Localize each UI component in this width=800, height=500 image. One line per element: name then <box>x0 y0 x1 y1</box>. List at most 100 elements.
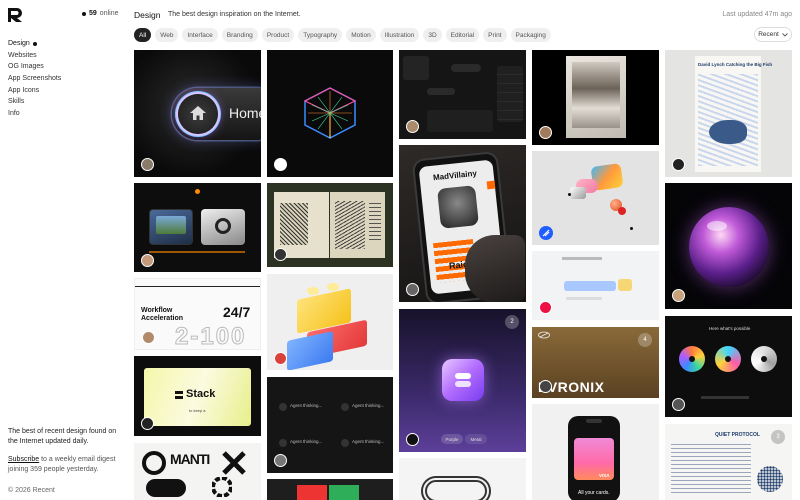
text-lines <box>369 203 381 243</box>
ui-card-left <box>403 56 429 80</box>
agent-label: Agent thinking... <box>290 403 323 408</box>
tile-chrome-knot[interactable] <box>399 458 526 500</box>
last-updated: Last updated 47m ago <box>722 11 792 18</box>
stack-logo-icon <box>175 391 183 399</box>
tile-vinyl-discs[interactable]: Here what's possible <box>665 316 792 417</box>
sort-dropdown[interactable]: Recent <box>754 27 792 42</box>
manti-title: MANTI <box>170 451 210 467</box>
sphere-highlight <box>707 221 727 231</box>
sort-label: Recent <box>758 31 779 38</box>
nav-item-design[interactable]: Design <box>8 38 61 50</box>
filter-illustration[interactable]: Illustration <box>379 28 420 42</box>
page-tagline: The best design inspiration on the Inter… <box>168 11 301 18</box>
nav-item-og-images[interactable]: OG Images <box>8 61 61 73</box>
ui-pill-top <box>451 64 481 72</box>
avatar <box>274 248 287 261</box>
poster-red <box>297 485 327 500</box>
tile-agent-thinking[interactable]: Agent thinking... Agent thinking... Agen… <box>267 377 393 473</box>
tile-home-button[interactable]: Home <box>134 50 261 177</box>
ui-header-line <box>562 257 602 260</box>
filter-3d[interactable]: 3D <box>423 28 442 42</box>
nav-label: OG Images <box>8 63 44 71</box>
filter-branding[interactable]: Branding <box>221 28 258 42</box>
agent-avatar-dot <box>341 403 349 411</box>
agent-card-3: Agent thinking... <box>279 437 329 451</box>
ui-subline <box>566 297 602 300</box>
tile-glass-sphere[interactable] <box>665 183 792 309</box>
online-indicator: 59 online <box>82 10 118 17</box>
avatar <box>406 433 419 446</box>
tile-stack[interactable]: Stack to keep a <box>134 356 261 436</box>
tile-poster-green[interactable] <box>267 479 393 500</box>
tile-photo-book[interactable] <box>532 50 659 145</box>
brick-blue <box>287 331 333 370</box>
tile-ui-cards[interactable] <box>532 251 659 320</box>
hand-shape <box>465 235 525 302</box>
filter-interface[interactable]: Interface <box>182 28 218 42</box>
filter-typography[interactable]: Typography <box>298 28 343 42</box>
dotted-globe <box>757 466 783 492</box>
tile-phone-madvillainy[interactable]: MadVillainy Raid <box>399 145 526 302</box>
nav-label: App Icons <box>8 86 40 94</box>
filter-editorial[interactable]: Editorial <box>445 28 480 42</box>
nav-item-websites[interactable]: Websites <box>8 50 61 62</box>
nav-label: Skills <box>8 98 25 106</box>
disc-hole-1 <box>689 356 695 362</box>
chevron-down-icon <box>781 32 788 37</box>
tile-purple-app-icon[interactable]: 2 Purple Metal <box>399 309 526 452</box>
avatar <box>274 158 287 171</box>
orange-tag <box>486 180 496 190</box>
quiet-title: QUIET PROTOCOL <box>715 432 760 438</box>
tile-phone-cards[interactable]: VISA All your cards. <box>532 404 659 500</box>
filter-print[interactable]: Print <box>483 28 507 42</box>
nav-label: Info <box>8 110 20 118</box>
recent-logo-icon[interactable] <box>8 8 22 22</box>
tile-manti-typography[interactable]: MANTI <box>134 443 261 500</box>
filter-motion[interactable]: Motion <box>346 28 376 42</box>
shape-dot-1 <box>568 193 571 196</box>
avatar <box>539 126 552 139</box>
tile-dark-ui-dashboard[interactable] <box>399 50 526 139</box>
tile-evronix[interactable]: 4 EVRONIX <box>532 327 659 398</box>
avatar <box>672 398 685 411</box>
tile-lego-3d[interactable] <box>267 274 393 370</box>
agent-label: Agent thinking... <box>352 403 385 408</box>
nav-item-app-icons[interactable]: App Icons <box>8 85 61 97</box>
sidebar-nav: Design Websites OG Images App Screenshot… <box>8 38 61 120</box>
tile-workflow-acceleration[interactable]: Workflow Acceleration 24/7 2-100 <box>134 278 261 350</box>
filter-product[interactable]: Product <box>261 28 295 42</box>
online-label: online <box>99 10 119 17</box>
agent-card-4: Agent thinking... <box>341 437 391 451</box>
x-mark-icon <box>222 451 246 475</box>
nav-label: App Screenshots <box>8 75 62 83</box>
filter-chips: All Web Interface Branding Product Typog… <box>134 28 551 42</box>
tile-editorial-spread[interactable] <box>267 183 393 267</box>
nav-item-info[interactable]: Info <box>8 108 61 120</box>
nav-item-app-screenshots[interactable]: App Screenshots <box>8 73 61 85</box>
filter-all[interactable]: All <box>134 28 152 42</box>
avatar <box>141 254 154 267</box>
filter-packaging[interactable]: Packaging <box>510 28 551 42</box>
agent-avatar-dot <box>279 403 287 411</box>
engraving-right <box>335 201 365 249</box>
avatar <box>672 158 685 171</box>
subscribe-link[interactable]: Subscribe <box>8 456 39 463</box>
toggle-metal: Metal <box>465 434 487 444</box>
stud-1 <box>307 287 319 295</box>
disc-hole-3 <box>761 356 767 362</box>
tile-3d-cube[interactable] <box>267 50 393 177</box>
tile-quiet-protocol[interactable]: QUIET PROTOCOL 3 <box>665 424 792 500</box>
sidebar: 59 online Design Websites OG Images App … <box>0 0 126 500</box>
tile-fish-poster[interactable]: David Lynch Catching the Big Fish <box>665 50 792 177</box>
home-label: Home <box>229 105 261 121</box>
nav-item-skills[interactable]: Skills <box>8 96 61 108</box>
tile-3d-shapes[interactable] <box>532 151 659 245</box>
footer-line <box>701 396 749 399</box>
tile-landing-page[interactable] <box>134 183 261 272</box>
shape-silver <box>570 187 586 199</box>
filter-web[interactable]: Web <box>155 28 179 42</box>
copyright: © 2026 Recent <box>8 487 55 494</box>
stud-2 <box>327 283 339 291</box>
data-table <box>671 444 751 494</box>
avatar <box>141 417 154 430</box>
